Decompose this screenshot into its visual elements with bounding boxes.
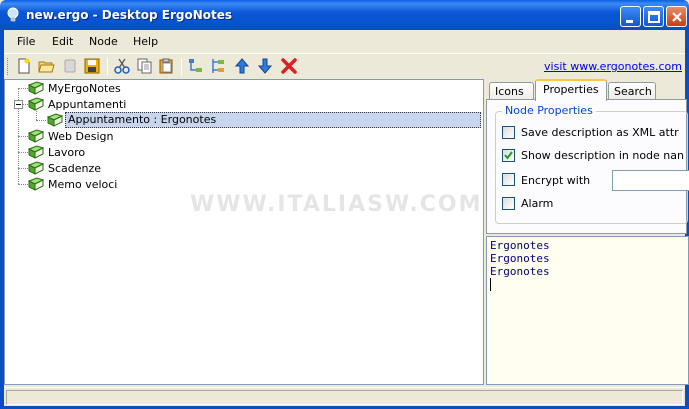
- description-line: Ergonotes: [490, 265, 550, 278]
- tree-node-label: Appuntamenti: [48, 98, 127, 111]
- website-link[interactable]: visit www.ergonotes.com: [544, 60, 682, 73]
- text-caret: [490, 278, 491, 291]
- checkmark-icon: [504, 151, 513, 160]
- delete-icon[interactable]: [280, 57, 298, 75]
- toolbar-grip[interactable]: [7, 58, 10, 75]
- toolbar: visit www.ergonotes.com: [4, 53, 685, 79]
- toolbar-separator: [181, 58, 182, 75]
- node-properties-group: Node Properties Save description as XML …: [495, 104, 689, 224]
- new-file-icon[interactable]: [15, 57, 33, 75]
- toolbar-separator: [107, 58, 108, 75]
- note-book-icon: [46, 113, 64, 127]
- save-icon[interactable]: [83, 57, 101, 75]
- alarm-checkbox-row[interactable]: Alarm: [502, 196, 689, 212]
- blank-icon[interactable]: [61, 57, 79, 75]
- encrypt-checkbox-row[interactable]: Encrypt with: [502, 170, 689, 192]
- status-bar: [4, 387, 685, 406]
- tree-node[interactable]: Memo veloci: [5, 176, 481, 192]
- note-book-icon: [27, 177, 45, 191]
- properties-panel: Node Properties Save description as XML …: [486, 99, 689, 234]
- tab-properties[interactable]: Properties: [535, 79, 607, 101]
- app-lightbulb-icon: [6, 7, 20, 23]
- alarm-label: Alarm: [521, 197, 554, 210]
- window-title: new.ergo - Desktop ErgoNotes: [26, 8, 233, 22]
- menu-help[interactable]: Help: [133, 35, 158, 48]
- copy-icon[interactable]: [135, 57, 153, 75]
- note-book-icon: [27, 81, 45, 95]
- tree-node-label: Scadenze: [48, 162, 102, 175]
- cut-icon[interactable]: [113, 57, 131, 75]
- encrypt-password-field[interactable]: [612, 170, 689, 191]
- note-book-icon: [27, 145, 45, 159]
- save-xml-label: Save description as XML attr: [521, 126, 679, 139]
- tree-node-label: Appuntamento : Ergonotes: [65, 112, 481, 128]
- show-description-checkbox-row[interactable]: Show description in node nan: [502, 148, 689, 164]
- close-button[interactable]: [666, 6, 687, 27]
- move-down-icon[interactable]: [256, 57, 274, 75]
- tree-node[interactable]: Lavoro: [5, 144, 481, 160]
- tab-icons[interactable]: Icons: [489, 82, 534, 100]
- tree-node[interactable]: Web Design: [5, 128, 481, 144]
- group-title: Node Properties: [502, 104, 596, 117]
- description-textarea[interactable]: Ergonotes Ergonotes Ergonotes: [486, 236, 689, 385]
- right-pane: Icons Properties Search Node Properties …: [486, 79, 689, 385]
- tree-node-selected[interactable]: Appuntamento : Ergonotes: [5, 112, 481, 128]
- alarm-checkbox[interactable]: [502, 197, 515, 210]
- tree-node[interactable]: Scadenze: [5, 160, 481, 176]
- tree-node[interactable]: MyErgoNotes: [5, 80, 481, 96]
- menu-node[interactable]: Node: [89, 35, 118, 48]
- description-line: Ergonotes: [490, 252, 550, 265]
- tab-strip: Icons Properties Search: [486, 79, 689, 101]
- menu-bar: File Edit Node Help: [4, 30, 685, 53]
- menu-file[interactable]: File: [17, 35, 35, 48]
- paste-icon[interactable]: [157, 57, 175, 75]
- tree-node[interactable]: Appuntamenti: [5, 96, 481, 112]
- menu-edit[interactable]: Edit: [52, 35, 73, 48]
- title-bar[interactable]: new.ergo - Desktop ErgoNotes: [0, 0, 689, 30]
- maximize-button[interactable]: [643, 6, 664, 27]
- save-xml-checkbox-row[interactable]: Save description as XML attr: [502, 125, 689, 141]
- save-xml-checkbox[interactable]: [502, 126, 515, 139]
- show-description-label: Show description in node nan: [521, 149, 684, 162]
- tab-search[interactable]: Search: [608, 82, 656, 100]
- encrypt-checkbox[interactable]: [502, 173, 515, 186]
- tree-node-label: Lavoro: [48, 146, 86, 159]
- notes-tree[interactable]: MyErgoNotes Appuntamenti Appuntamento : …: [4, 79, 484, 385]
- description-line: Ergonotes: [490, 239, 550, 252]
- open-folder-icon[interactable]: [37, 57, 55, 75]
- note-book-icon: [27, 129, 45, 143]
- show-description-checkbox[interactable]: [502, 149, 515, 162]
- add-sibling-node-icon[interactable]: [209, 57, 227, 75]
- tree-node-label: Web Design: [48, 130, 114, 143]
- add-child-node-icon[interactable]: [187, 57, 205, 75]
- note-book-icon: [27, 161, 45, 175]
- collapse-toggle-icon[interactable]: [14, 100, 23, 109]
- tree-node-label: Memo veloci: [48, 178, 118, 191]
- note-book-icon: [27, 97, 45, 111]
- status-panel: [6, 390, 683, 405]
- encrypt-label: Encrypt with: [521, 174, 591, 187]
- tree-node-label: MyErgoNotes: [48, 82, 121, 95]
- minimize-button[interactable]: [620, 6, 641, 27]
- move-up-icon[interactable]: [233, 57, 251, 75]
